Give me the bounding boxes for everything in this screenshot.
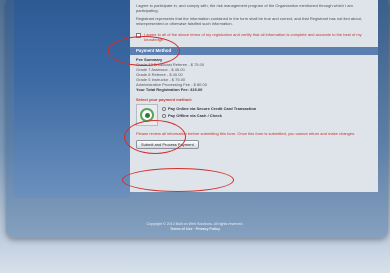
payment-options-block: Pay Online via Secure Credit Card Transa… bbox=[136, 104, 372, 126]
payment-logo-icon bbox=[136, 104, 158, 126]
fee-total: Your Total Registration Fee: 315.00 bbox=[136, 87, 203, 92]
review-notice-text: Please review all information before sub… bbox=[136, 131, 356, 136]
payment-method-header: Payment Method bbox=[130, 47, 378, 55]
payment-select-title: Select your payment method: bbox=[136, 97, 193, 102]
pay-offline-radio[interactable] bbox=[162, 113, 166, 118]
payment-options: Pay Online via Secure Credit Card Transa… bbox=[162, 104, 256, 126]
left-sidebar bbox=[14, 0, 130, 198]
submit-payment-button[interactable]: Submit and Process Payment bbox=[136, 140, 199, 149]
registration-form: I agree to participate in, and comply wi… bbox=[130, 0, 378, 192]
fee-summary: Fee Summary Grade 13 Broadcast Referee -… bbox=[136, 57, 372, 92]
participation-paragraph: I agree to participate in, and comply wi… bbox=[136, 3, 353, 13]
registrant-paragraph: Registrant represents that the informati… bbox=[136, 16, 362, 26]
pay-online-option[interactable]: Pay Online via Secure Credit Card Transa… bbox=[162, 106, 256, 111]
pay-online-radio[interactable] bbox=[162, 106, 166, 111]
pay-offline-label: Pay Offline via Cash / Check bbox=[168, 113, 222, 118]
agreement-row[interactable]: I agree to all of the above terms of my … bbox=[136, 32, 372, 42]
review-notice: Please review all information before sub… bbox=[136, 131, 372, 136]
footer-links[interactable]: Terms of Use · Privacy Policy bbox=[0, 227, 390, 232]
agreement-checkbox[interactable] bbox=[136, 33, 141, 38]
pay-offline-option[interactable]: Pay Offline via Cash / Check bbox=[162, 113, 256, 118]
page-footer: Copyright © 2013 Built on Web Solutions.… bbox=[0, 222, 390, 232]
pay-online-label: Pay Online via Secure Credit Card Transa… bbox=[168, 106, 257, 111]
agreement-text: I agree to all of the above terms of my … bbox=[144, 32, 362, 42]
